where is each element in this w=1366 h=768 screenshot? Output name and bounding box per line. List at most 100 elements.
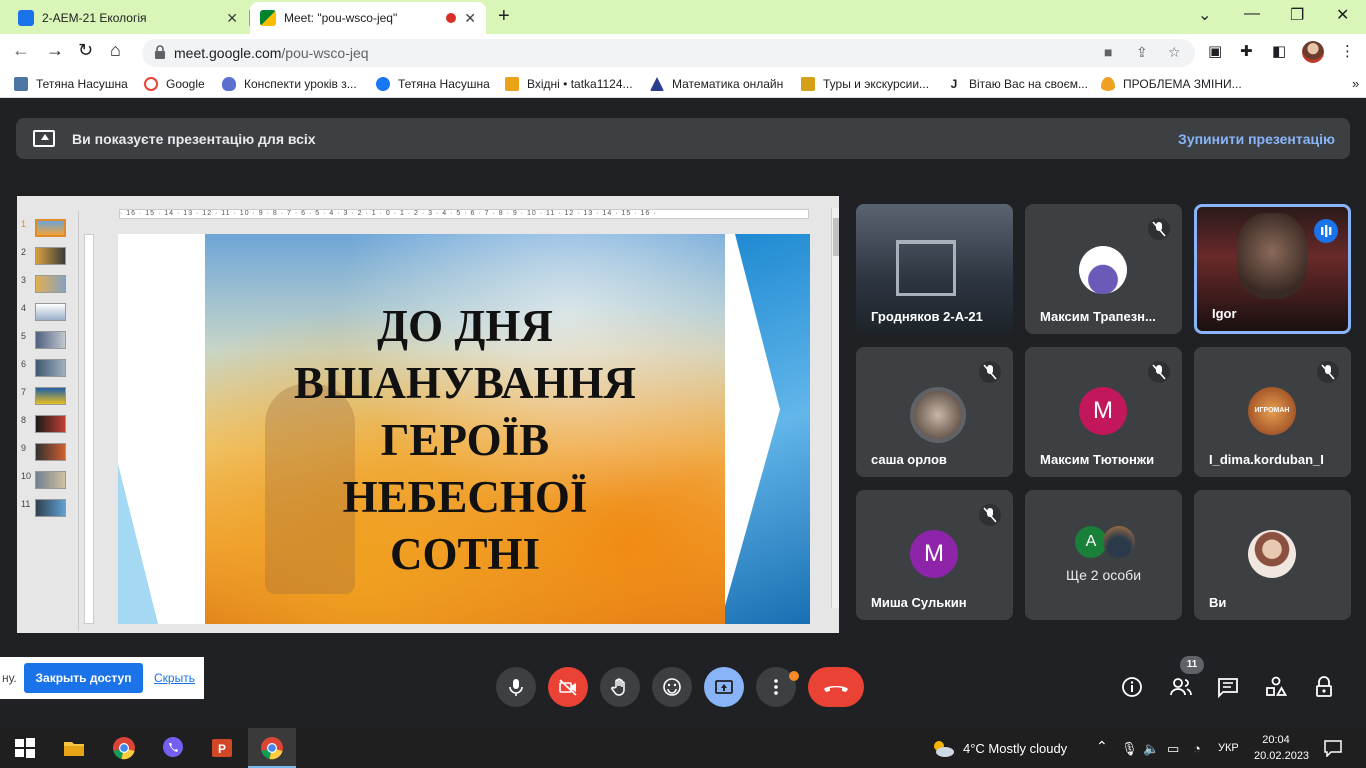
back-button[interactable]: ← [12,40,30,61]
share-icon[interactable]: ⇪ [1136,44,1148,61]
meeting-info-icon[interactable] [1121,676,1143,698]
participant-tile-more[interactable]: A Ще 2 особи [1025,490,1182,620]
close-tab-icon[interactable]: ✕ [464,10,476,27]
more-bookmarks-icon[interactable]: » [1352,76,1359,91]
address-bar[interactable]: meet.google.com/pou-wsco-jeq ■ ⇪ ☆ [142,39,1195,67]
camera-button[interactable] [548,667,588,707]
slide-thumbnail[interactable] [35,303,66,321]
restore-button[interactable]: ❐ [1290,5,1304,25]
slide-thumbnail[interactable] [35,387,66,405]
chrome-icon[interactable] [112,736,136,760]
bookmark-item[interactable]: Тетяна Насушна [376,77,490,91]
volume-icon[interactable]: 🔈 [1143,741,1159,757]
windows-start-icon[interactable] [13,736,37,760]
bookmark-item[interactable]: Конспекти уроків з... [222,77,357,91]
weather-cloudy-icon[interactable] [930,737,956,759]
slide-thumbnail[interactable] [35,219,66,237]
slide-scrollbar[interactable] [831,208,839,608]
tab-meet[interactable]: Meet: "pou-wsco-jeq" ✕ [250,2,486,34]
participant-name: Гродняков 2-А-21 [871,309,983,324]
battery-icon[interactable]: ▭ [1167,741,1179,757]
facebook-icon [376,77,390,91]
mic-icon [509,679,523,696]
minimize-button[interactable]: — [1244,5,1260,23]
stop-presenting-button[interactable]: Зупинити презентацію [1178,131,1335,147]
mic-off-icon [979,361,1001,383]
leave-call-button[interactable] [808,667,864,707]
activities-icon[interactable] [1265,676,1287,698]
participant-tile[interactable]: М Миша Сулькин [856,490,1013,620]
chrome-active-icon[interactable] [260,736,284,760]
slide-thumbnail[interactable] [35,331,66,349]
clock-date: 20.02.2023 [1254,750,1310,762]
bookmark-item[interactable]: Вхідні • tatka1124... [505,77,633,91]
shield-icon [222,77,236,91]
tray-overflow-icon[interactable]: ⌃ [1096,738,1108,755]
weather-text[interactable]: 4°C Mostly cloudy [963,741,1067,756]
profile-avatar[interactable] [1302,41,1324,63]
camera-in-use-icon[interactable]: ■ [1104,44,1112,60]
participant-tile[interactable]: Igor [1194,204,1351,334]
viber-icon[interactable] [161,736,185,760]
people-icon[interactable] [1169,676,1193,698]
participant-tile[interactable]: ИГРОМАН I_dima.korduban_I [1194,347,1351,477]
slide-thumbnail[interactable] [35,247,66,265]
participant-tile[interactable]: М Максим Тютюнжи [1025,347,1182,477]
avatar: ИГРОМАН [1248,387,1296,435]
bookmark-item[interactable]: Google [144,77,205,91]
close-tab-icon[interactable]: ✕ [226,10,238,27]
file-explorer-icon[interactable] [62,736,86,760]
video-face [1237,213,1307,299]
slide-thumbnail[interactable] [35,275,66,293]
bookmark-item[interactable]: Туры и экскурсии... [801,77,929,91]
forward-button[interactable]: → [46,40,64,61]
tab-classroom[interactable]: 2-АЕМ-21 Екологія ✕ [8,2,248,34]
host-controls-icon[interactable] [1313,676,1335,698]
new-tab-button[interactable]: + [498,5,510,28]
participant-tile[interactable]: саша орлов [856,347,1013,477]
participant-tile-self[interactable]: Ви [1194,490,1351,620]
present-button[interactable] [704,667,744,707]
close-window-button[interactable]: ✕ [1336,5,1349,25]
raise-hand-button[interactable] [600,667,640,707]
speaking-indicator-icon [1314,219,1338,243]
slide-thumbnail[interactable] [35,359,66,377]
bookmark-item[interactable]: ПРОБЛЕМА ЗМІНИ... [1101,77,1242,91]
j-icon: J [947,77,961,91]
hide-link[interactable]: Скрыть [154,671,195,685]
slide-number: 1 [21,219,27,229]
menu-icon[interactable]: ⋮ [1340,42,1355,60]
extension-icon[interactable]: ▣ [1208,42,1222,60]
powerpoint-icon[interactable]: P [210,736,234,760]
participant-tile[interactable]: Гродняков 2-А-21 [856,204,1013,334]
tray-mic-icon[interactable]: 🎙 [1121,741,1138,757]
slide-number: 10 [21,471,32,481]
bookmark-label: Математика онлайн [672,77,784,91]
bookmark-item[interactable]: Математика онлайн [650,77,783,91]
tab-search-icon[interactable]: ⌄ [1198,5,1211,25]
bookmark-item[interactable]: Тетяна Насушна [14,77,128,91]
slide-thumbnail[interactable] [35,471,66,489]
reload-button[interactable]: ↻ [78,40,93,61]
slide-thumbnail[interactable] [35,415,66,433]
slide-thumbnail[interactable] [35,443,66,461]
svg-text:P: P [218,742,226,756]
bookmark-star-icon[interactable]: ☆ [1168,44,1181,61]
stop-sharing-button[interactable]: Закрыть доступ [24,663,143,693]
slide-thumbnail[interactable] [35,499,66,517]
bookmark-item[interactable]: J Вітаю Вас на своєм... [947,77,1088,91]
participant-tile[interactable]: Максим Трапезн... [1025,204,1182,334]
microphone-button[interactable] [496,667,536,707]
reactions-button[interactable] [652,667,692,707]
clock[interactable]: 20:04 20.02.2023 [1254,732,1310,764]
side-panel-icon[interactable]: ◧ [1272,42,1286,60]
notification-dot [789,671,799,681]
puzzle-icon[interactable]: ✚ [1240,42,1253,60]
notifications-icon[interactable] [1323,739,1343,757]
bookmark-label: Google [166,77,205,91]
chat-icon[interactable] [1217,676,1239,698]
network-icon[interactable]: ◔ [1193,741,1201,756]
scrollbar-thumb[interactable] [833,218,839,256]
language-indicator[interactable]: УКР [1218,742,1239,754]
home-button[interactable]: ⌂ [110,40,121,61]
